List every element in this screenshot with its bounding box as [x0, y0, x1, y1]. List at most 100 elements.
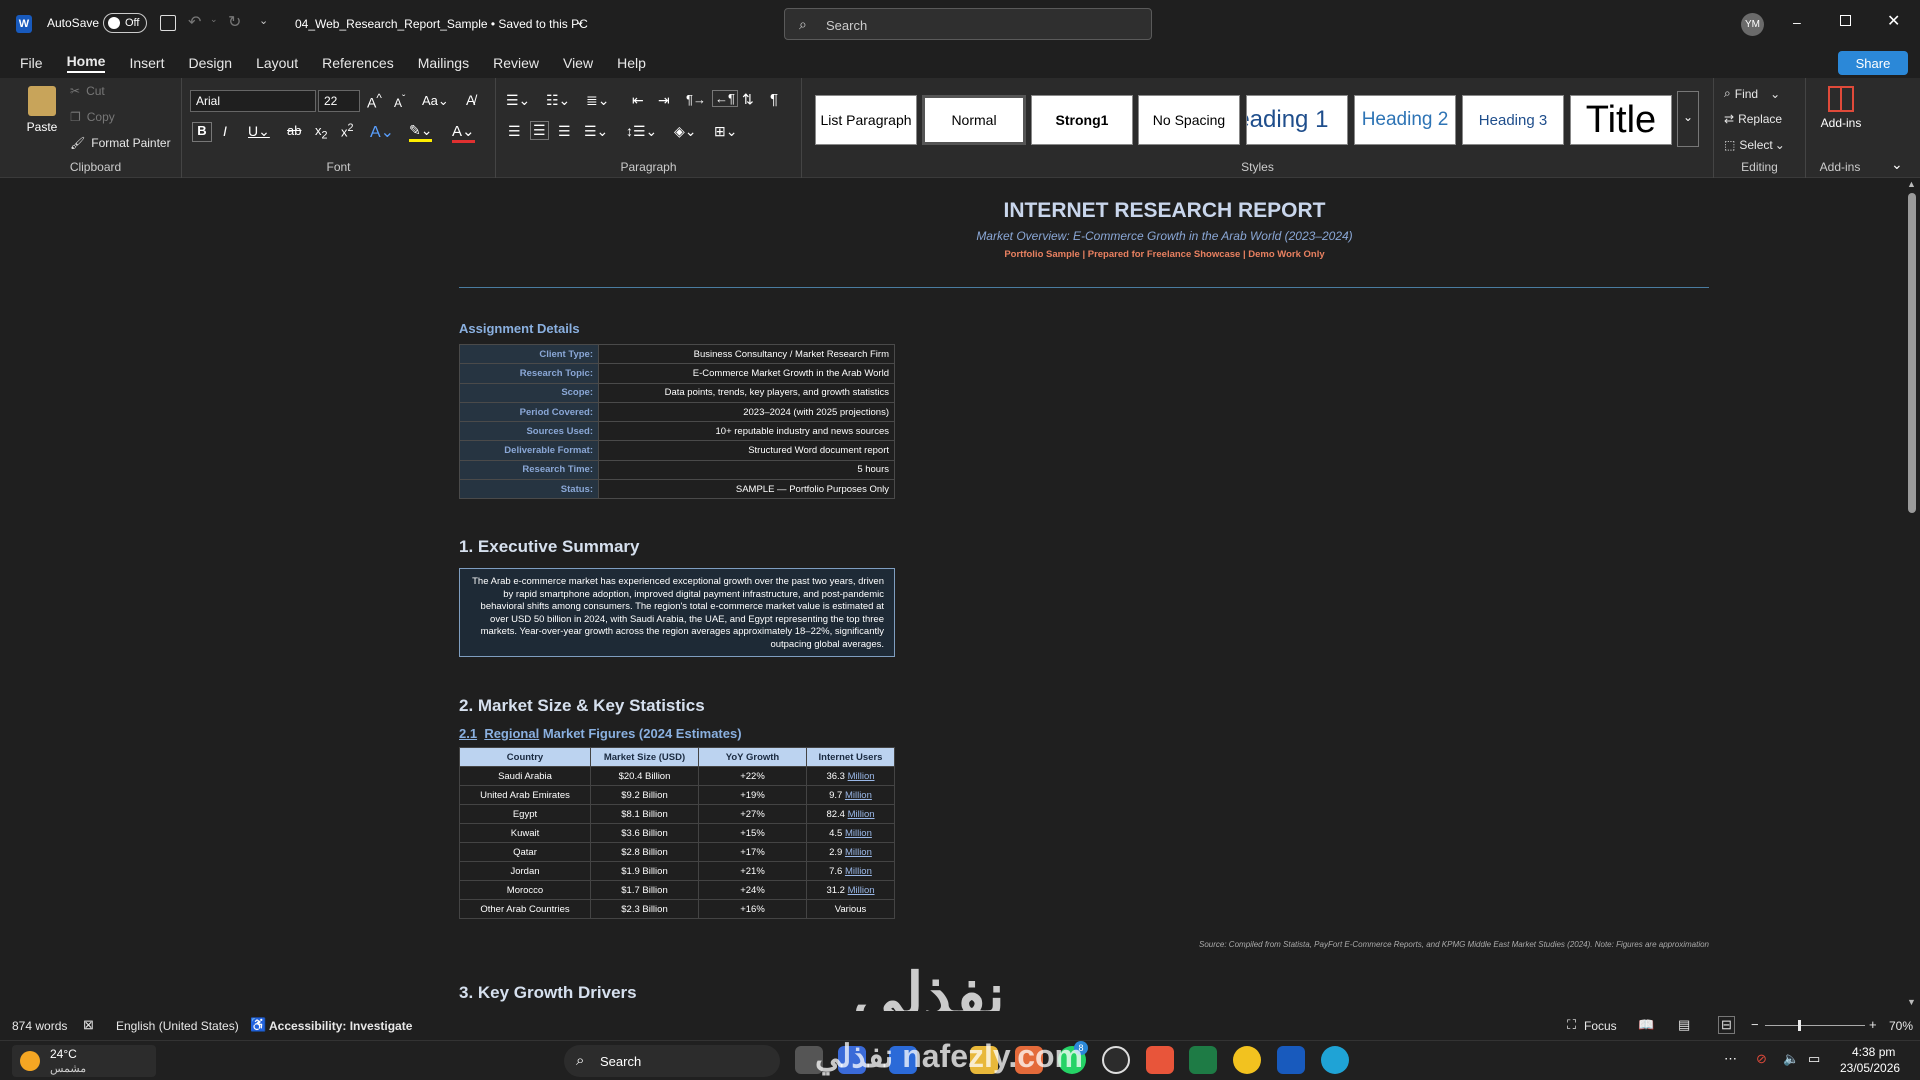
- zoom-slider-thumb[interactable]: [1798, 1020, 1801, 1031]
- print-layout-icon[interactable]: ▤: [1678, 1017, 1690, 1033]
- style-heading-1[interactable]: Heading 1: [1246, 95, 1348, 145]
- undo-dropdown-icon[interactable]: ⌄: [210, 14, 218, 25]
- highlight-icon[interactable]: ✎⌄: [409, 122, 433, 142]
- select-button[interactable]: ⬚ Select ⌄: [1724, 138, 1785, 152]
- scroll-thumb[interactable]: [1908, 193, 1916, 513]
- close-icon[interactable]: ✕: [1887, 11, 1900, 31]
- focus-icon[interactable]: ⛶: [1567, 1017, 1576, 1033]
- zoom-level[interactable]: 70%: [1889, 1019, 1913, 1033]
- styles-more-button[interactable]: ⌄: [1677, 91, 1699, 147]
- change-case-icon[interactable]: Aa⌄: [422, 93, 449, 109]
- style-title[interactable]: Title: [1570, 95, 1672, 145]
- share-button[interactable]: Share: [1838, 51, 1908, 75]
- avatar[interactable]: YM: [1741, 13, 1764, 36]
- zoom-in-icon[interactable]: +: [1869, 1017, 1877, 1032]
- style-no-spacing[interactable]: No Spacing: [1138, 95, 1240, 145]
- show-formatting-icon[interactable]: ¶: [770, 91, 778, 108]
- multilevel-list-icon[interactable]: ≣⌄: [586, 92, 609, 109]
- copy-button[interactable]: ❐ Copy: [70, 110, 115, 124]
- web-layout-icon[interactable]: ⊟: [1718, 1016, 1735, 1034]
- save-icon[interactable]: [160, 15, 176, 31]
- scroll-down-icon[interactable]: ▼: [1907, 997, 1916, 1007]
- bullets-icon[interactable]: ☰⌄: [506, 92, 530, 109]
- bold-icon[interactable]: B: [192, 122, 212, 142]
- tray-overflow-icon[interactable]: ⋯: [1724, 1051, 1737, 1067]
- justify-icon[interactable]: ☰⌄: [584, 123, 608, 140]
- autosave-toggle[interactable]: Off: [103, 13, 147, 33]
- addins-button[interactable]: Add-ins: [1816, 86, 1866, 136]
- title-chevron-down-icon[interactable]: ⌄: [575, 14, 585, 28]
- style-heading-3[interactable]: Heading 3: [1462, 95, 1564, 145]
- document-title[interactable]: 04_Web_Research_Report_Sample • Saved to…: [295, 17, 588, 31]
- redo-icon[interactable]: ↻: [228, 12, 241, 32]
- text-effects-icon[interactable]: A⌄: [370, 122, 394, 142]
- style-normal[interactable]: Normal: [922, 95, 1026, 145]
- network-icon[interactable]: ⊘: [1756, 1051, 1767, 1067]
- clear-formatting-icon[interactable]: A̸: [466, 92, 475, 108]
- numbering-icon[interactable]: ☷⌄: [546, 92, 570, 109]
- excel-app-icon[interactable]: [1189, 1046, 1217, 1074]
- shading-icon[interactable]: ◈⌄: [674, 123, 697, 140]
- search-box[interactable]: ⌕ Search: [784, 8, 1152, 40]
- edge-browser-icon[interactable]: [1321, 1046, 1349, 1074]
- accessibility-status[interactable]: Accessibility: Investigate: [269, 1019, 412, 1033]
- align-left-icon[interactable]: ☰: [508, 123, 521, 140]
- clock-time[interactable]: 4:38 pm: [1852, 1045, 1895, 1059]
- clock-date[interactable]: 23/05/2026: [1840, 1061, 1900, 1075]
- taskbar-search[interactable]: ⌕ Search: [564, 1045, 780, 1077]
- chatgpt-icon[interactable]: [1102, 1046, 1130, 1074]
- menu-mailings[interactable]: Mailings: [418, 55, 469, 71]
- zoom-slider[interactable]: [1765, 1020, 1865, 1031]
- style-list-paragraph[interactable]: List Paragraph: [815, 95, 917, 145]
- read-mode-icon[interactable]: 📖: [1638, 1017, 1654, 1033]
- underline-icon[interactable]: U⌄: [248, 123, 270, 140]
- subscript-icon[interactable]: x2: [315, 123, 328, 142]
- cut-button[interactable]: ✂ Cut: [70, 84, 105, 98]
- align-center-icon[interactable]: ☰: [530, 121, 549, 140]
- word-app-icon[interactable]: [1277, 1046, 1305, 1074]
- volume-icon[interactable]: 🔈: [1783, 1051, 1799, 1067]
- rtl-icon[interactable]: ←¶: [712, 90, 738, 107]
- menu-design[interactable]: Design: [188, 55, 232, 71]
- align-right-icon[interactable]: ☰: [558, 123, 571, 140]
- menu-references[interactable]: References: [322, 55, 394, 71]
- word-count[interactable]: 874 words: [12, 1019, 67, 1033]
- undo-icon[interactable]: ↶: [188, 12, 201, 32]
- zoom-out-icon[interactable]: −: [1751, 1017, 1759, 1032]
- document-page[interactable]: INTERNET RESEARCH REPORT Market Overview…: [457, 179, 1709, 1011]
- battery-icon[interactable]: ▭: [1808, 1051, 1820, 1067]
- chrome-icon[interactable]: [1233, 1046, 1261, 1074]
- sort-icon[interactable]: ⇅: [742, 91, 754, 108]
- font-family-select[interactable]: Arial: [190, 90, 316, 112]
- replace-button[interactable]: ⇄ Replace: [1724, 112, 1782, 126]
- line-spacing-icon[interactable]: ↕☰⌄: [626, 123, 657, 140]
- find-button[interactable]: ⌕ Find ⌄: [1724, 86, 1780, 101]
- menu-help[interactable]: Help: [617, 55, 646, 71]
- font-color-icon[interactable]: A⌄: [452, 122, 475, 143]
- decrease-indent-icon[interactable]: ⇤: [632, 92, 644, 109]
- ltr-icon[interactable]: ¶→: [686, 92, 706, 107]
- customize-toolbar-icon[interactable]: ⌄: [259, 14, 268, 27]
- strikethrough-icon[interactable]: ab: [287, 123, 301, 138]
- menu-file[interactable]: File: [20, 55, 43, 71]
- weather-widget[interactable]: 24°C مشمس: [12, 1045, 156, 1077]
- font-size-select[interactable]: 22: [318, 90, 360, 112]
- paste-button[interactable]: Paste: [24, 86, 60, 150]
- style-strong1[interactable]: Strong1: [1031, 95, 1133, 145]
- style-heading-2[interactable]: Heading 2: [1354, 95, 1456, 145]
- focus-button[interactable]: Focus: [1584, 1019, 1617, 1033]
- menu-layout[interactable]: Layout: [256, 55, 298, 71]
- format-painter-button[interactable]: 🖌 Format Painter: [70, 136, 171, 150]
- menu-insert[interactable]: Insert: [129, 55, 164, 71]
- italic-icon[interactable]: I: [223, 123, 227, 139]
- scroll-up-icon[interactable]: ▲: [1907, 179, 1916, 189]
- shrink-font-icon[interactable]: Aˇ: [394, 94, 405, 110]
- grow-font-icon[interactable]: A^: [367, 92, 382, 111]
- document-canvas[interactable]: INTERNET RESEARCH REPORT Market Overview…: [0, 179, 1904, 1011]
- proofing-icon[interactable]: ⊠: [83, 1017, 94, 1033]
- brave-browser-icon[interactable]: [1146, 1046, 1174, 1074]
- vertical-scrollbar[interactable]: ▲ ▼: [1904, 179, 1920, 1011]
- borders-icon[interactable]: ⊞⌄: [714, 123, 737, 140]
- increase-indent-icon[interactable]: ⇥: [658, 92, 670, 109]
- menu-home[interactable]: Home: [66, 53, 106, 73]
